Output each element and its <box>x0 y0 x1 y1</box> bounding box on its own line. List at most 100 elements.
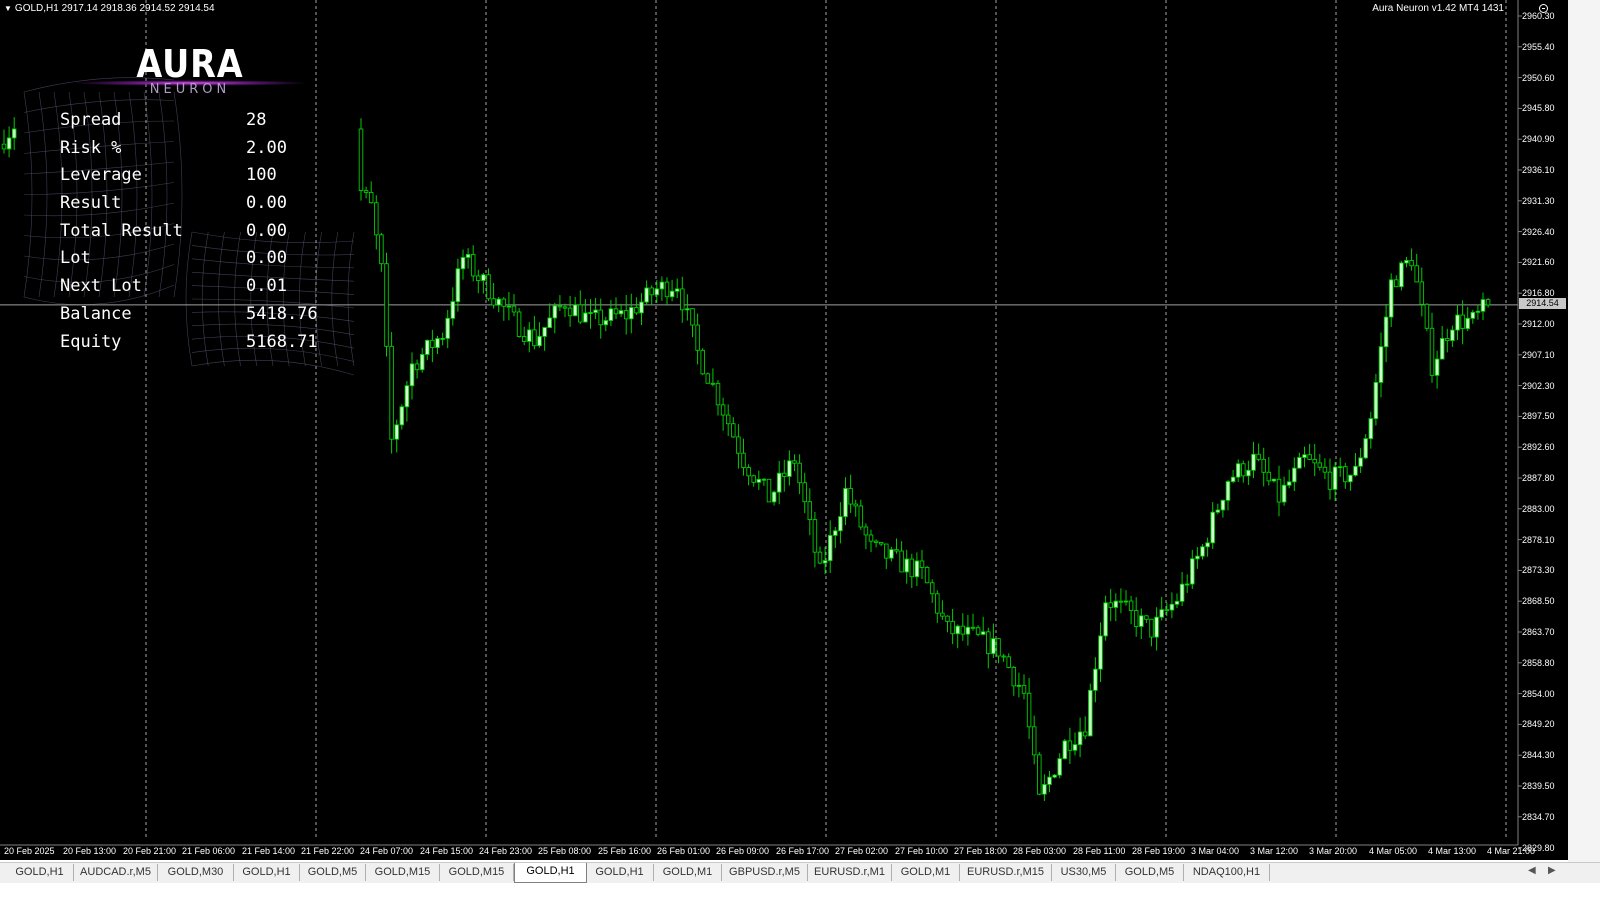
mesh-left-line <box>143 91 153 298</box>
stat-label: Total Result <box>60 220 183 241</box>
expert-advisor-label: Aura Neuron v1.42 MT4 1431 <box>1372 3 1504 14</box>
candle-body-bear <box>1419 281 1425 305</box>
candle-body-bear <box>623 310 629 320</box>
candle-body-bull <box>1113 600 1119 608</box>
candle-body-bear <box>1164 609 1170 612</box>
candle-body-bull <box>506 305 512 308</box>
candle-body-bull <box>980 631 986 635</box>
candle-body-bull <box>6 137 12 150</box>
candle-body-bear <box>368 191 374 204</box>
chart-menu-triangle-icon[interactable]: ▼ <box>4 4 12 13</box>
candle-body-bull <box>822 560 828 564</box>
chart-window[interactable]: ▼ GOLD,H1 2917.14 2918.36 2914.52 2914.54… <box>0 0 1568 860</box>
candle-body-bull <box>955 625 960 635</box>
candle-body-bull <box>1353 465 1358 476</box>
candle-body-bear <box>1327 471 1333 490</box>
chart-tab[interactable]: GOLD,M15 <box>440 864 514 881</box>
candle-body-bull <box>394 424 399 440</box>
candle-body-bear <box>782 472 787 477</box>
price-tick-label: 2834.70 <box>1522 811 1555 822</box>
tab-scroll-right-icon[interactable]: ▶ <box>1548 865 1556 876</box>
candle-body-bear <box>358 128 364 192</box>
chart-tab[interactable]: US30,M5 <box>1052 864 1116 881</box>
candle-body-bear <box>1037 754 1042 795</box>
price-tick-label: 2849.20 <box>1522 719 1555 730</box>
candle-body-bear <box>1424 303 1430 329</box>
time-tick-label: 28 Feb 19:00 <box>1132 846 1186 856</box>
time-tick-label: 20 Feb 13:00 <box>63 846 117 856</box>
candle-body-bear <box>1485 299 1491 306</box>
candle-body-bear <box>1343 466 1348 483</box>
candle-body-bear <box>909 558 915 578</box>
candle-body-bear <box>1149 618 1154 638</box>
candle-body-bear <box>899 550 904 573</box>
chart-tab[interactable]: GOLD,M1 <box>892 864 960 881</box>
chart-tab[interactable]: GOLD,M5 <box>300 864 366 881</box>
candle-body-bull <box>639 301 644 314</box>
candle-body-bear <box>700 349 705 375</box>
candle-body-bull <box>1220 499 1226 511</box>
candle-body-bear <box>1108 602 1113 608</box>
candle-body-bear <box>710 382 716 385</box>
time-axis[interactable]: 20 Feb 2025 20 Feb 13:00 20 Feb 21:00 21 Fe… <box>0 845 1535 860</box>
price-tick-label: 2873.30 <box>1522 565 1555 576</box>
candle-body-bull <box>1139 615 1144 627</box>
time-tick-label: 27 Feb 02:00 <box>835 846 889 856</box>
candle-body-bull <box>1475 310 1481 313</box>
chart-tab[interactable]: GOLD,H1 <box>586 864 654 881</box>
price-tick-label: 2955.40 <box>1522 41 1555 52</box>
candle-body-bull <box>572 304 578 317</box>
chart-tab[interactable]: GOLD,H1 <box>234 864 300 881</box>
price-chart[interactable] <box>0 0 1568 860</box>
symbol-info: ▼ GOLD,H1 2917.14 2918.36 2914.52 2914.54 <box>4 3 215 14</box>
candle-body-bear <box>807 501 813 521</box>
candle-body-bear <box>379 234 384 265</box>
candle-body-bear <box>695 324 700 351</box>
candle-body-bull <box>669 290 675 298</box>
chart-tabs: GOLD,H1 AUDCAD.r,M5 GOLD,M30 GOLD,H1 GOLD,M5… <box>0 862 1600 883</box>
candle-body-bull <box>776 472 782 493</box>
chart-tab[interactable]: GOLD,M15 <box>366 864 440 881</box>
candle-body-bull <box>629 307 634 320</box>
candle-body-bull <box>542 327 547 337</box>
chart-tab[interactable]: NDAQ100,H1 <box>1184 864 1270 881</box>
candle-body-bear <box>1276 478 1282 503</box>
candle-body-bull <box>1383 316 1389 348</box>
price-tick-label: 2854.00 <box>1522 688 1555 699</box>
chart-tab[interactable]: GBPUSD.r,M5 <box>722 864 808 881</box>
candle-body-bear <box>1026 692 1032 728</box>
candle-body-bull <box>455 268 461 303</box>
candle-body-bull <box>771 491 777 503</box>
stat-value: 0.00 <box>246 248 287 269</box>
chart-tab[interactable]: GOLD,M1 <box>654 864 722 881</box>
candle-body-bear <box>725 414 731 425</box>
candle-body-bull <box>1062 740 1068 760</box>
chart-tab[interactable]: GOLD,H1 <box>514 863 587 883</box>
time-tick-label: 27 Feb 18:00 <box>954 846 1008 856</box>
candle-body-bear <box>1312 458 1317 464</box>
candle-body-bull <box>465 253 471 258</box>
candle-body-bull <box>1348 474 1353 483</box>
tab-scroll-left-icon[interactable]: ◀ <box>1528 865 1536 876</box>
candle-body-bull <box>1215 509 1221 513</box>
candle-body-bull <box>787 460 792 477</box>
candle-body-bull <box>833 530 838 536</box>
candle-body-bear <box>374 202 379 236</box>
price-axis[interactable]: 2960.30 2955.40 2950.60 2945.80 2940.90 2936.… <box>1518 0 1568 853</box>
window-edge <box>1568 0 1600 862</box>
chart-tab[interactable]: EURUSD.r,M15 <box>960 864 1052 881</box>
chart-tab[interactable]: GOLD,M30 <box>158 864 234 881</box>
chart-tab[interactable]: GOLD,M5 <box>1116 864 1184 881</box>
price-tick-label: 2858.80 <box>1522 657 1555 668</box>
candle-body-bear <box>996 638 1001 657</box>
chart-tab[interactable]: AUDCAD.r,M5 <box>74 864 158 881</box>
candle-body-bull <box>618 310 624 315</box>
stat-value: 28 <box>246 110 267 130</box>
candle-body-bull <box>1363 438 1368 459</box>
chart-tab[interactable]: EURUSD.r,M1 <box>808 864 892 881</box>
chart-tab[interactable]: GOLD,H1 <box>6 864 74 881</box>
candle-body-bear <box>802 482 807 503</box>
candle-body-bear <box>1394 279 1399 288</box>
candle-body-bear <box>736 436 741 454</box>
candle-body-bear <box>986 631 991 655</box>
